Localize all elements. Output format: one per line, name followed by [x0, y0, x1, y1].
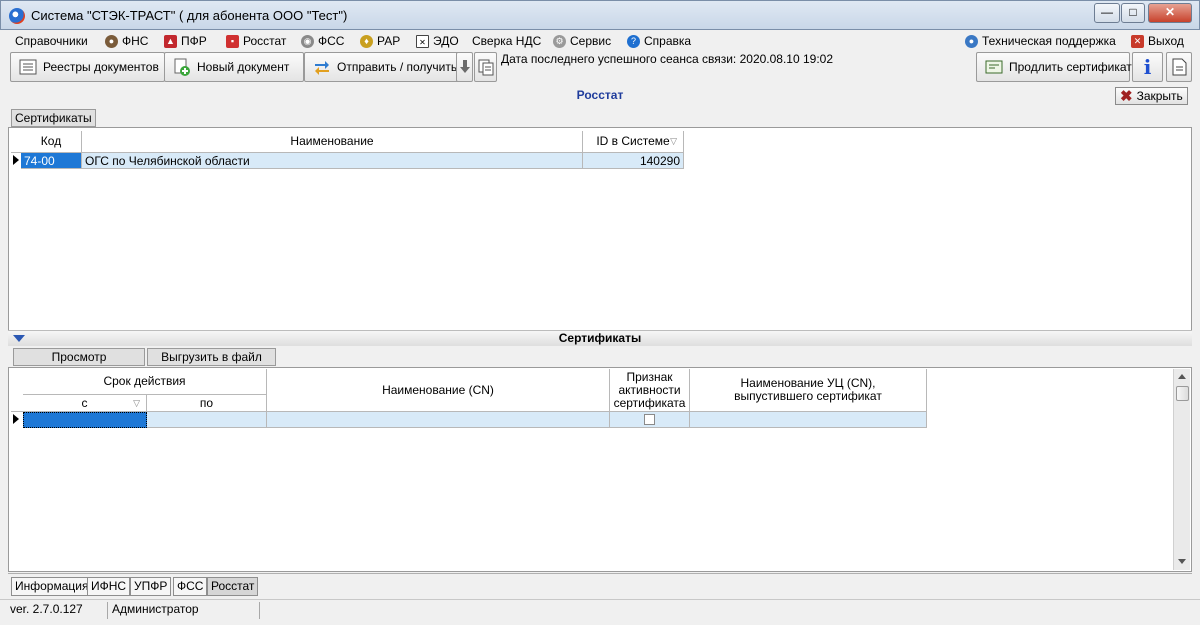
- section-header: Росстат: [8, 85, 1192, 107]
- export-to-file-button[interactable]: Выгрузить в файл: [147, 348, 276, 366]
- column-header-system-id[interactable]: ID в Системе ▽: [583, 131, 684, 153]
- menu-tech-support[interactable]: ● Техническая поддержка: [965, 32, 1116, 50]
- pfr-icon: ▲: [164, 34, 177, 48]
- menu-exit[interactable]: ✕ Выход: [1131, 32, 1184, 50]
- registries-button[interactable]: Реестры документов: [10, 52, 165, 82]
- scroll-down-icon[interactable]: [1178, 559, 1186, 564]
- bottom-tabs: Информация ИФНС УПФР ФСС Росстат: [8, 573, 1192, 597]
- menu-fss[interactable]: ◉ ФСС: [301, 32, 344, 50]
- tab-upfr[interactable]: УПФР: [130, 577, 172, 596]
- edo-icon: ✕: [416, 34, 429, 48]
- menu-rosstat[interactable]: ▪ Росстат: [226, 32, 286, 50]
- arrow-down-icon: [459, 58, 471, 76]
- minimize-button[interactable]: —: [1094, 3, 1120, 23]
- rosstat-icon: ▪: [226, 34, 239, 48]
- add-document-icon: [173, 58, 191, 76]
- current-row-arrow-icon: [13, 414, 19, 424]
- column-header-validity: Срок действия: [23, 369, 267, 395]
- fss-icon: ◉: [301, 34, 314, 48]
- menu-service[interactable]: ⚙ Сервис: [553, 32, 611, 50]
- scroll-up-icon[interactable]: [1178, 374, 1186, 379]
- column-header-name[interactable]: Наименование: [82, 131, 583, 153]
- tab-info[interactable]: Информация: [11, 577, 93, 596]
- new-document-button[interactable]: Новый документ: [164, 52, 304, 82]
- menu-rar[interactable]: ♦ РАР: [360, 32, 400, 50]
- last-session-info: Дата последнего успешного сеанса связи: …: [501, 52, 834, 66]
- table-cell-valid-to[interactable]: [147, 412, 267, 428]
- column-header-valid-from[interactable]: с ▽: [23, 395, 147, 412]
- info-icon: i: [1143, 55, 1152, 79]
- download-arrow-button[interactable]: [456, 52, 473, 82]
- tab-ifns[interactable]: ИФНС: [87, 577, 131, 596]
- table-cell-system-id[interactable]: 140290: [583, 153, 684, 169]
- table-cell-cn[interactable]: [267, 412, 610, 428]
- pdf-button[interactable]: [1166, 52, 1192, 82]
- close-section-button[interactable]: ✖ Закрыть: [1115, 87, 1188, 105]
- status-bar: ver. 2.7.0.127 Администратор: [0, 599, 1200, 625]
- certificate-icon: [985, 58, 1003, 76]
- tab-rosstat[interactable]: Росстат: [207, 577, 259, 596]
- sync-arrows-icon: [313, 58, 331, 76]
- version-label: ver. 2.7.0.127: [8, 602, 108, 619]
- table-cell-issuer[interactable]: [690, 412, 927, 428]
- close-icon: ✖: [1120, 88, 1133, 105]
- menu-bar: Справочники ● ФНС ▲ ПФР ▪ Росстат ◉ ФСС ♦ РАР…: [5, 30, 1195, 50]
- certificates-grid: Срок действия с ▽ по Наименование (CN) П…: [8, 367, 1192, 572]
- send-receive-button[interactable]: Отправить / получить: [304, 52, 461, 82]
- collapse-icon[interactable]: [13, 335, 25, 342]
- copy-documents-icon: [477, 58, 495, 76]
- active-checkbox[interactable]: [644, 414, 655, 425]
- certificates-scrollbar[interactable]: [1173, 369, 1190, 570]
- menu-help[interactable]: ? Справка: [627, 32, 691, 50]
- fns-icon: ●: [105, 34, 118, 48]
- menu-pfr[interactable]: ▲ ПФР: [164, 32, 207, 50]
- certificates-panel-title: Сертификаты: [558, 331, 642, 345]
- pdf-document-icon: [1170, 58, 1188, 76]
- app-logo-icon: [9, 8, 25, 24]
- column-header-active-flag[interactable]: Признак активности сертификата: [610, 369, 690, 412]
- table-cell-valid-from[interactable]: [23, 412, 147, 428]
- column-header-cn[interactable]: Наименование (CN): [267, 369, 610, 412]
- certificates-tab[interactable]: Сертификаты: [11, 109, 96, 127]
- current-row-arrow-icon: [13, 155, 19, 165]
- support-icon: ●: [965, 34, 978, 48]
- column-header-valid-to[interactable]: по: [147, 395, 267, 412]
- certificates-panel-header: Сертификаты: [8, 330, 1192, 346]
- table-cell-name[interactable]: ОГС по Челябинской области: [82, 153, 583, 169]
- table-cell-active-flag[interactable]: [610, 412, 690, 428]
- menu-vat-reconciliation[interactable]: Сверка НДС: [472, 32, 541, 50]
- scrollbar-thumb[interactable]: [1176, 386, 1189, 401]
- exit-icon: ✕: [1131, 34, 1144, 48]
- organizations-grid: Код Наименование ID в Системе ▽ 74-00 ОГ…: [8, 127, 1192, 331]
- menu-fns[interactable]: ● ФНС: [105, 32, 148, 50]
- view-button[interactable]: Просмотр: [13, 348, 145, 366]
- gear-icon: ⚙: [553, 34, 566, 48]
- table-cell-code[interactable]: 74-00: [21, 153, 82, 169]
- column-header-code[interactable]: Код: [21, 131, 82, 153]
- column-header-issuer[interactable]: Наименование УЦ (CN), выпустившего серти…: [690, 369, 927, 412]
- title-bar: Система "СТЭК-ТРАСТ" ( для абонента ООО …: [0, 0, 1200, 30]
- documents-copy-button[interactable]: [474, 52, 497, 82]
- menu-directories[interactable]: Справочники: [15, 32, 88, 50]
- section-title: Росстат: [576, 88, 624, 102]
- sort-filter-icon: ▽: [133, 398, 140, 408]
- current-user: Администратор: [110, 602, 260, 619]
- rar-icon: ♦: [360, 34, 373, 48]
- sort-filter-icon: ▽: [670, 136, 677, 146]
- tab-fss[interactable]: ФСС: [173, 577, 208, 596]
- maximize-button[interactable]: □: [1121, 3, 1145, 23]
- menu-edo[interactable]: ✕ ЭДО: [416, 32, 459, 50]
- registry-icon: [19, 58, 37, 76]
- close-window-button[interactable]: ✕: [1148, 3, 1192, 23]
- window-title: Система "СТЭК-ТРАСТ" ( для абонента ООО …: [31, 8, 348, 23]
- help-icon: ?: [627, 34, 640, 48]
- info-button[interactable]: i: [1132, 52, 1163, 82]
- renew-certificate-button[interactable]: Продлить сертификат: [976, 52, 1132, 82]
